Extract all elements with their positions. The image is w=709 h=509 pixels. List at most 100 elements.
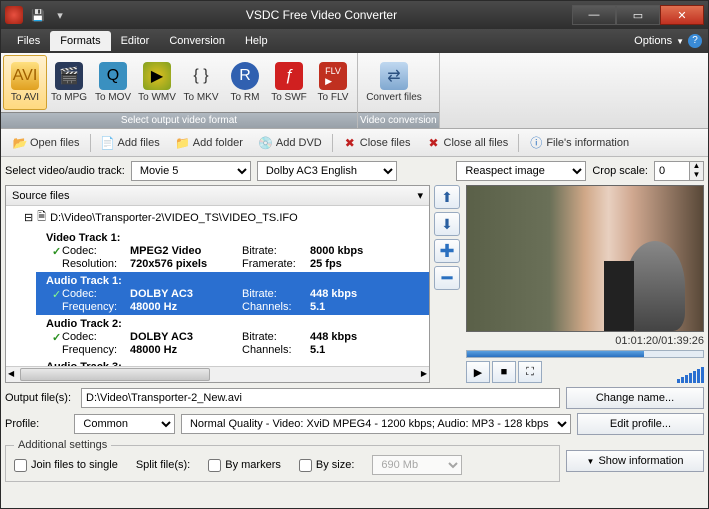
minimize-button[interactable]: —	[572, 5, 616, 25]
additional-legend: Additional settings	[14, 439, 111, 451]
menu-files[interactable]: Files	[7, 31, 50, 51]
convert-button[interactable]: ⇄Convert files	[360, 55, 428, 110]
menu-conversion[interactable]: Conversion	[159, 31, 235, 51]
ribbon-group-conversion: ⇄Convert files Video conversion	[358, 53, 440, 128]
source-files-header: Source files	[12, 190, 69, 202]
ribbon-caption-conversion: Video conversion	[358, 112, 439, 128]
audio-track-select[interactable]: Dolby AC3 English	[257, 161, 397, 181]
output-label: Output file(s):	[5, 392, 75, 404]
format-mov-button[interactable]: QTo MOV	[91, 55, 135, 110]
folder-add-icon: 📁	[176, 136, 190, 150]
menu-options[interactable]: Options	[634, 35, 672, 47]
chevron-down-icon: ▼	[587, 457, 595, 466]
crop-scale-label: Crop scale:	[592, 165, 648, 177]
format-avi-button[interactable]: AVITo AVI	[3, 55, 47, 110]
stop-button[interactable]: ■	[492, 361, 516, 383]
format-swf-button[interactable]: ƒTo SWF	[267, 55, 311, 110]
format-mkv-button[interactable]: { }To MKV	[179, 55, 223, 110]
chevron-down-icon[interactable]: ▼	[676, 37, 684, 46]
folder-open-icon: 📂	[13, 136, 27, 150]
source-files-panel: Source files▾ ⊟🗎D:\Video\Transporter-2\V…	[5, 185, 430, 383]
close-files-button[interactable]: ✖Close files	[337, 134, 417, 152]
ribbon-caption-formats: Select output video format	[1, 112, 357, 128]
check-icon: ✓	[50, 288, 60, 301]
video-preview[interactable]	[466, 185, 704, 332]
profile-category-select[interactable]: Common	[74, 414, 175, 434]
move-up-button[interactable]: ⬆	[434, 185, 460, 209]
format-rm-button[interactable]: RTo RM	[223, 55, 267, 110]
change-name-button[interactable]: Change name...	[566, 387, 704, 409]
app-icon	[5, 6, 23, 24]
file-info-button[interactable]: ⓘFile's information	[523, 134, 635, 152]
audio-track-2[interactable]: Audio Track 2: ✓Codec:DOLBY AC3Bitrate:4…	[36, 315, 429, 358]
add-dvd-button[interactable]: 💿Add DVD	[253, 134, 328, 152]
join-files-checkbox[interactable]: Join files to single	[14, 459, 118, 472]
split-label: Split file(s):	[136, 459, 190, 471]
additional-settings-group: Additional settings Join files to single…	[5, 439, 560, 482]
close-all-button[interactable]: ✖Close all files	[421, 134, 515, 152]
sort-icon[interactable]: ▾	[417, 189, 423, 202]
help-icon[interactable]: ?	[688, 34, 702, 48]
dvd-icon: 💿	[259, 136, 273, 150]
audio-track-3[interactable]: Audio Track 3:	[36, 358, 429, 366]
ribbon-group-formats: AVITo AVI 🎬To MPG QTo MOV ▶To WMV { }To …	[1, 53, 358, 128]
track-select-label: Select video/audio track:	[5, 165, 125, 177]
file-icon: 🗎	[37, 208, 46, 227]
profile-preset-select[interactable]: Normal Quality - Video: XviD MPEG4 - 120…	[181, 414, 571, 434]
scroll-thumb[interactable]	[20, 368, 210, 381]
add-track-button[interactable]: ✚	[434, 239, 460, 263]
edit-profile-button[interactable]: Edit profile...	[577, 413, 704, 435]
timecode-label: 01:01:20/01:39:26	[466, 335, 704, 347]
seek-bar[interactable]	[466, 350, 704, 358]
close-button[interactable]: ✕	[660, 5, 704, 25]
show-information-button[interactable]: ▼Show information	[566, 450, 704, 472]
crop-mode-select[interactable]: Reaspect image	[456, 161, 586, 181]
qa-dropdown-icon[interactable]: ▾	[49, 5, 71, 25]
content-area: Select video/audio track: Movie 5 Dolby …	[1, 157, 708, 508]
format-flv-button[interactable]: FLV▶To FLV	[311, 55, 355, 110]
remove-track-button[interactable]: ━	[434, 266, 460, 290]
menu-formats[interactable]: Formats	[50, 31, 110, 51]
open-files-button[interactable]: 📂Open files	[7, 134, 86, 152]
spin-down-icon[interactable]: ▼	[690, 171, 703, 180]
snapshot-button[interactable]: ⛶	[518, 361, 542, 383]
app-window: 💾 ▾ VSDC Free Video Converter — ▭ ✕ File…	[0, 0, 709, 509]
audio-track-1[interactable]: Audio Track 1: ✓Codec:DOLBY AC3Bitrate:4…	[36, 272, 429, 315]
h-scrollbar[interactable]: ◀▶	[6, 366, 429, 382]
crop-scale-stepper[interactable]: ▲▼	[654, 161, 704, 181]
profile-label: Profile:	[5, 418, 68, 430]
video-track-select[interactable]: Movie 5	[131, 161, 251, 181]
maximize-button[interactable]: ▭	[616, 5, 660, 25]
info-icon: ⓘ	[529, 136, 543, 150]
close-all-icon: ✖	[427, 136, 441, 150]
video-track-1[interactable]: Video Track 1: ✓Codec:MPEG2 VideoBitrate…	[36, 229, 429, 272]
add-folder-button[interactable]: 📁Add folder	[170, 134, 249, 152]
by-size-checkbox[interactable]: By size:	[299, 459, 355, 472]
qa-save-icon[interactable]: 💾	[27, 5, 49, 25]
close-file-icon: ✖	[343, 136, 357, 150]
move-down-button[interactable]: ⬇	[434, 212, 460, 236]
check-icon: ✓	[50, 331, 60, 344]
source-tree[interactable]: ⊟🗎D:\Video\Transporter-2\VIDEO_TS\VIDEO_…	[6, 206, 429, 366]
output-path-input[interactable]	[81, 388, 560, 408]
by-markers-checkbox[interactable]: By markers	[208, 459, 281, 472]
split-size-select: 690 Mb	[372, 455, 462, 475]
check-icon: ✓	[50, 245, 60, 258]
menu-editor[interactable]: Editor	[111, 31, 160, 51]
format-wmv-button[interactable]: ▶To WMV	[135, 55, 179, 110]
titlebar: 💾 ▾ VSDC Free Video Converter — ▭ ✕	[1, 1, 708, 29]
crop-scale-input[interactable]	[654, 161, 690, 181]
file-toolbar: 📂Open files 📄Add files 📁Add folder 💿Add …	[1, 129, 708, 157]
ribbon: AVITo AVI 🎬To MPG QTo MOV ▶To WMV { }To …	[1, 53, 708, 129]
arrange-buttons: ⬆ ⬇ ✚ ━	[434, 185, 460, 383]
document-add-icon: 📄	[101, 136, 115, 150]
menu-help[interactable]: Help	[235, 31, 278, 51]
collapse-icon[interactable]: ⊟	[24, 211, 33, 224]
add-files-button[interactable]: 📄Add files	[95, 134, 166, 152]
window-title: VSDC Free Video Converter	[71, 8, 572, 22]
format-mpg-button[interactable]: 🎬To MPG	[47, 55, 91, 110]
play-button[interactable]: ▶	[466, 361, 490, 383]
volume-indicator[interactable]	[677, 367, 704, 383]
menubar: Files Formats Editor Conversion Help Opt…	[1, 29, 708, 53]
source-file-row[interactable]: ⊟🗎D:\Video\Transporter-2\VIDEO_TS\VIDEO_…	[6, 206, 429, 229]
